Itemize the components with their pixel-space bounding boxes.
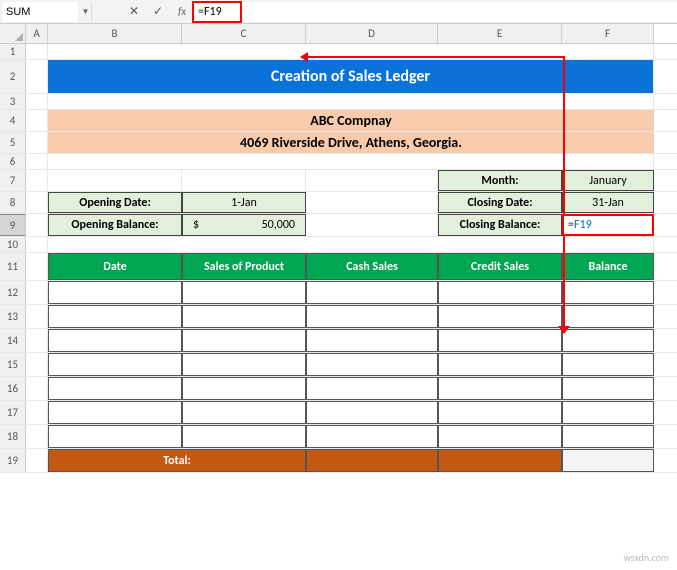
table-cell[interactable] — [562, 425, 654, 448]
table-cell[interactable] — [306, 401, 438, 424]
row-header[interactable]: 9 — [0, 214, 26, 236]
row-header[interactable]: 8 — [0, 192, 26, 213]
closing-balance-cell-active[interactable]: =F19 — [562, 214, 654, 236]
table-cell[interactable] — [438, 425, 562, 448]
table-cell[interactable] — [48, 329, 182, 352]
total-label: Total: — [48, 449, 306, 472]
closing-date-value[interactable]: 31-Jan — [562, 192, 654, 213]
name-box[interactable] — [2, 2, 78, 22]
table-cell[interactable] — [48, 305, 182, 328]
table-cell[interactable] — [562, 401, 654, 424]
col-header-B[interactable]: B — [48, 24, 182, 43]
opening-balance-label: Opening Balance: — [48, 214, 182, 236]
row-header[interactable]: 4 — [0, 110, 26, 131]
th-sales-product: Sales of Product — [182, 253, 306, 280]
closing-date-label: Closing Date: — [438, 192, 562, 213]
table-cell[interactable] — [306, 377, 438, 400]
table-cell[interactable] — [48, 281, 182, 304]
annotation-arrow — [300, 52, 308, 62]
table-cell[interactable] — [182, 425, 306, 448]
table-cell[interactable] — [48, 377, 182, 400]
table-cell[interactable] — [562, 305, 654, 328]
table-cell[interactable] — [438, 329, 562, 352]
table-cell[interactable] — [48, 401, 182, 424]
total-cash[interactable] — [306, 449, 438, 472]
opening-balance-value[interactable]: $50,000 — [182, 214, 306, 236]
formula-bar: ▼ ✕ ✓ fx =F19 — [0, 0, 677, 24]
col-header-D[interactable]: D — [306, 24, 438, 43]
table-cell[interactable] — [438, 281, 562, 304]
table-cell[interactable] — [182, 353, 306, 376]
column-headers: A B C D E F — [0, 24, 677, 44]
row-header[interactable]: 14 — [0, 329, 26, 352]
table-cell[interactable] — [562, 377, 654, 400]
table-cell[interactable] — [562, 281, 654, 304]
table-cell[interactable] — [306, 305, 438, 328]
table-cell[interactable] — [182, 377, 306, 400]
col-header-A[interactable]: A — [26, 24, 48, 43]
select-all-corner[interactable] — [0, 24, 26, 43]
table-cell[interactable] — [438, 377, 562, 400]
closing-balance-label: Closing Balance: — [438, 214, 562, 236]
table-cell[interactable] — [438, 353, 562, 376]
th-credit-sales: Credit Sales — [438, 253, 562, 280]
table-cell[interactable] — [306, 329, 438, 352]
table-cell[interactable] — [48, 425, 182, 448]
annotation-line — [563, 56, 565, 332]
row-header[interactable]: 11 — [0, 253, 26, 280]
row-header[interactable]: 18 — [0, 425, 26, 448]
row-header[interactable]: 1 — [0, 44, 26, 59]
formula-input-highlight: =F19 — [192, 1, 242, 23]
formula-text[interactable]: =F19 — [198, 5, 222, 19]
fx-icon[interactable]: fx — [170, 2, 194, 22]
month-value[interactable]: January — [562, 170, 654, 191]
watermark: wsxdn.com — [624, 551, 669, 564]
row-header[interactable]: 6 — [0, 154, 26, 169]
total-credit[interactable] — [438, 449, 562, 472]
table-cell[interactable] — [306, 425, 438, 448]
table-cell[interactable] — [182, 401, 306, 424]
row-header[interactable]: 5 — [0, 132, 26, 153]
row-header[interactable]: 17 — [0, 401, 26, 424]
th-date: Date — [48, 253, 182, 280]
row-header[interactable]: 19 — [0, 449, 26, 472]
th-balance: Balance — [562, 253, 654, 280]
table-cell[interactable] — [306, 281, 438, 304]
enter-icon[interactable]: ✓ — [146, 2, 170, 22]
row-header[interactable]: 3 — [0, 94, 26, 109]
cancel-icon[interactable]: ✕ — [122, 2, 146, 22]
row-header[interactable]: 2 — [0, 60, 26, 93]
col-header-E[interactable]: E — [438, 24, 562, 43]
annotation-line — [307, 56, 563, 58]
row-header[interactable]: 10 — [0, 237, 26, 252]
table-cell[interactable] — [438, 401, 562, 424]
row-header[interactable]: 13 — [0, 305, 26, 328]
table-cell[interactable] — [562, 353, 654, 376]
opening-date-label: Opening Date: — [48, 192, 182, 213]
table-cell[interactable] — [182, 329, 306, 352]
row-header[interactable]: 15 — [0, 353, 26, 376]
row-header[interactable]: 16 — [0, 377, 26, 400]
month-label: Month: — [438, 170, 562, 191]
row-header[interactable]: 7 — [0, 170, 26, 191]
opening-date-value[interactable]: 1-Jan — [182, 192, 306, 213]
formula-input-rest[interactable] — [242, 2, 677, 22]
spreadsheet-grid[interactable]: 1 2 Creation of Sales Ledger 3 4 ABC Com… — [0, 44, 677, 473]
annotation-arrow — [558, 326, 570, 334]
table-cell[interactable] — [182, 305, 306, 328]
table-cell[interactable] — [48, 353, 182, 376]
table-cell[interactable] — [438, 305, 562, 328]
col-header-C[interactable]: C — [182, 24, 306, 43]
table-cell[interactable] — [562, 329, 654, 352]
table-cell[interactable] — [182, 281, 306, 304]
name-box-dropdown[interactable]: ▼ — [80, 2, 92, 22]
row-header[interactable]: 12 — [0, 281, 26, 304]
col-header-F[interactable]: F — [562, 24, 654, 43]
table-cell[interactable] — [306, 353, 438, 376]
th-cash-sales: Cash Sales — [306, 253, 438, 280]
total-balance-marquee[interactable] — [562, 449, 654, 472]
